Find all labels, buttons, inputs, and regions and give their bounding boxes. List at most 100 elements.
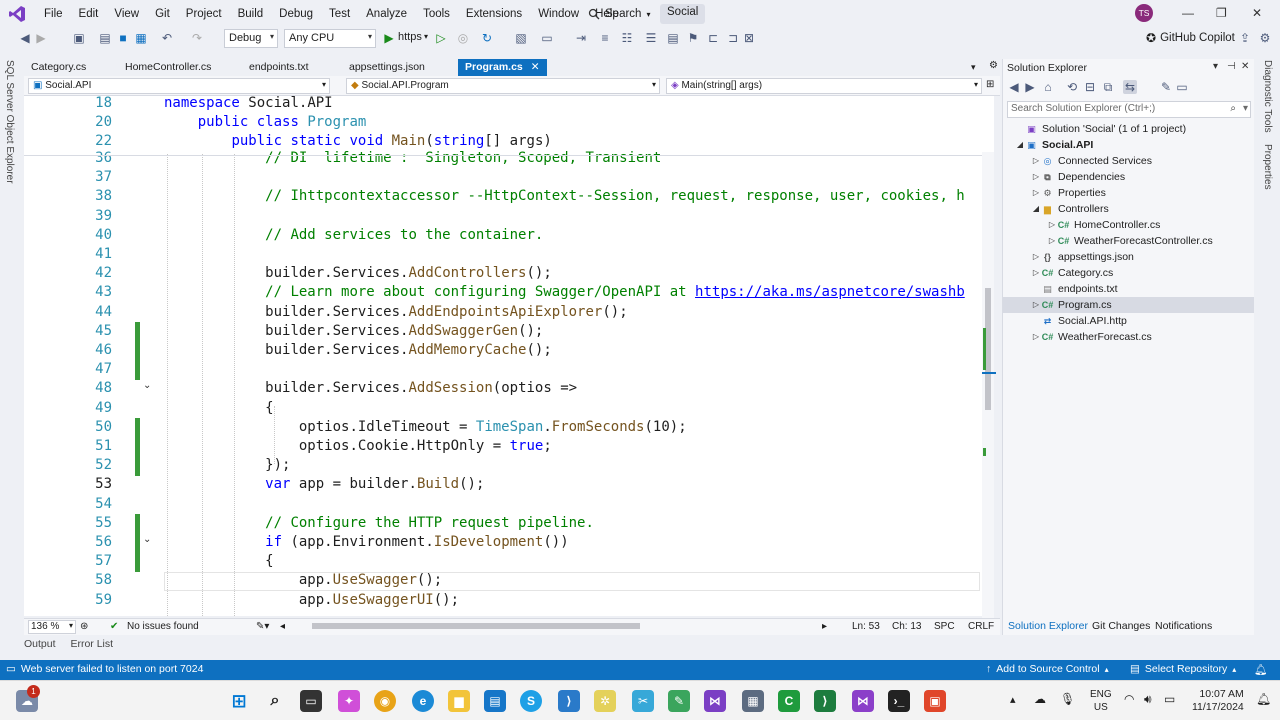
code-line[interactable]: 49 { (24, 399, 982, 418)
type-dropdown[interactable]: ◆ Social.API.Program ▾ (346, 78, 660, 94)
vscode-icon[interactable]: ⟩ (558, 690, 580, 712)
navigate-back-icon[interactable]: ◀ (18, 31, 32, 45)
add-to-source-control-button[interactable]: ↑ Add to Source Control ▴ (986, 663, 1109, 675)
split-window-icon[interactable]: ⊞ (986, 79, 994, 90)
code-app-icon[interactable]: C (778, 690, 800, 712)
solution-explorer-tab[interactable]: Solution Explorer (1008, 620, 1088, 632)
platform-dropdown[interactable]: Any CPU ▾ (284, 29, 376, 48)
column-indicator[interactable]: Ch: 13 (892, 621, 921, 632)
code-line[interactable]: 42 builder.Services.AddControllers(); (24, 264, 982, 283)
visual-studio-taskbar-icon[interactable]: ⋈ (704, 690, 726, 712)
maximize-icon[interactable]: ❐ (1216, 6, 1227, 20)
forward-icon[interactable]: ▶ (1023, 80, 1037, 94)
code-line[interactable]: 53 var app = builder.Build(); (24, 475, 982, 494)
sync-with-document-icon[interactable]: ⇆ (1123, 80, 1137, 94)
code-line[interactable]: 46 builder.Services.AddMemoryCache(); (24, 341, 982, 360)
code-line[interactable]: 54 (24, 495, 982, 514)
line-ending-indicator[interactable]: CRLF (968, 621, 994, 632)
collapsed-arrow-icon[interactable]: ▷ (1031, 265, 1041, 281)
browser-link-icon[interactable]: ◎ (456, 31, 470, 45)
code-line[interactable]: 48 builder.Services.AddSession(optios => (24, 379, 982, 398)
format-icon[interactable]: ⇥ (574, 31, 588, 45)
collapsed-arrow-icon[interactable]: ▷ (1047, 217, 1057, 233)
edge-icon[interactable]: e (412, 690, 434, 712)
file-explorer-icon[interactable]: ▆ (448, 690, 470, 712)
chrome-icon[interactable]: ◉ (374, 690, 396, 712)
menu-edit[interactable]: Edit (71, 8, 107, 20)
microphone-icon[interactable]: 🎙︎ (1060, 692, 1075, 706)
tree-item[interactable]: ▤ endpoints.txt (1003, 281, 1254, 297)
code-line[interactable]: 51 optios.Cookie.HttpOnly = true; (24, 437, 982, 456)
code-line[interactable]: 36 // DI lifetime : Singleton, Scoped, T… (24, 149, 982, 168)
menu-window[interactable]: Window (530, 8, 587, 20)
menu-build[interactable]: Build (230, 8, 272, 20)
indent-icon[interactable]: ☰ (644, 31, 658, 45)
screen-recorder-icon[interactable]: ▣ (924, 690, 946, 712)
tab-overflow-icon[interactable]: ▾ (971, 62, 976, 73)
wifi-icon[interactable]: ◠ (1124, 692, 1134, 706)
diagnostic-tools-tab[interactable]: Diagnostic Tools (1262, 60, 1273, 133)
collapsed-arrow-icon[interactable]: ▷ (1031, 297, 1041, 313)
collapsed-arrow-icon[interactable]: ▷ (1031, 329, 1041, 345)
menu-view[interactable]: View (106, 8, 147, 20)
clear-bookmarks-icon[interactable]: ⊠ (742, 31, 756, 45)
back-icon[interactable]: ◀ (1007, 80, 1021, 94)
settings-icon[interactable]: ⚙ (1258, 31, 1272, 45)
properties-tab[interactable]: Properties (1262, 144, 1273, 190)
new-project-icon[interactable]: ▣ (72, 31, 86, 45)
uncomment-icon[interactable]: ☷ (620, 31, 634, 45)
save-icon[interactable]: ■ (116, 31, 130, 45)
run-profile[interactable]: https (398, 31, 422, 43)
scroll-left-icon[interactable]: ◂ (280, 621, 285, 632)
code-line[interactable]: 47 (24, 360, 982, 379)
tab-appsettings-json[interactable]: appsettings.json (342, 59, 432, 76)
close-icon[interactable]: ✕ (1252, 6, 1262, 20)
copilot-status-icon[interactable]: ⊛ (80, 621, 88, 632)
status-message[interactable]: ▭ Web server failed to listen on port 70… (6, 663, 203, 675)
tree-item[interactable]: ⇄ Social.API.http (1003, 313, 1254, 329)
hot-reload-icon[interactable]: ▧ (514, 31, 528, 45)
git-changes-tab[interactable]: Git Changes (1092, 620, 1150, 632)
tree-item[interactable]: ▷ C# Category.cs (1003, 265, 1254, 281)
tree-item[interactable]: ▷ C# WeatherForecast.cs (1003, 329, 1254, 345)
code-line[interactable]: 38 // Ihttpcontextaccessor --HttpContext… (24, 187, 982, 206)
save-all-icon[interactable]: ▦ (134, 31, 148, 45)
configuration-dropdown[interactable]: Debug ▾ (224, 29, 278, 48)
refresh-icon[interactable]: ↻ (480, 31, 494, 45)
menu-test[interactable]: Test (321, 8, 358, 20)
code-line[interactable]: 44 builder.Services.AddEndpointsApiExplo… (24, 303, 982, 322)
select-repository-button[interactable]: ▤ Select Repository ▴ (1130, 663, 1236, 675)
horizontal-scrollbar-thumb[interactable] (312, 623, 640, 629)
menu-debug[interactable]: Debug (271, 8, 321, 20)
bookmark-icon[interactable]: ⚑ (686, 31, 700, 45)
collapse-all-icon[interactable]: ⊟ (1083, 80, 1097, 94)
taskbar-search-icon[interactable]: ⌕ (264, 690, 286, 712)
battery-icon[interactable]: ▭ (1164, 692, 1175, 706)
zoom-dropdown[interactable]: 136 % ▾ (28, 620, 76, 634)
preview-icon[interactable]: ▭ (1175, 80, 1189, 94)
tray-chevron-up-icon[interactable]: ▴ (1010, 693, 1016, 706)
task-view-icon[interactable]: ▭ (300, 690, 322, 712)
window-position-icon[interactable]: ▾ (1213, 61, 1218, 72)
expanded-arrow-icon[interactable]: ◢ (1031, 201, 1041, 217)
tree-item[interactable]: ▷ ⧉ Dependencies (1003, 169, 1254, 185)
code-line[interactable]: 56 if (app.Environment.IsDevelopment()) (24, 533, 982, 552)
sql-server-object-explorer-tab[interactable]: SQL Server Object Explorer (4, 60, 15, 184)
layout-icon[interactable]: ▭ (540, 31, 554, 45)
comment-icon[interactable]: ≡ (598, 31, 612, 45)
code-line[interactable]: 50 optios.IdleTimeout = TimeSpan.FromSec… (24, 418, 982, 437)
tree-item[interactable]: ▷{} appsettings.json (1003, 249, 1254, 265)
system-clock[interactable]: 10:07 AM 11/17/2024 (1192, 688, 1244, 714)
issues-status[interactable]: No issues found (127, 621, 199, 632)
line-indicator[interactable]: Ln: 53 (852, 621, 880, 632)
prev-bookmark-icon[interactable]: ⊏ (706, 31, 720, 45)
scroll-right-icon[interactable]: ▸ (822, 621, 827, 632)
code-cleanup-icon[interactable]: ✎▾ (256, 621, 269, 632)
tree-item[interactable]: ◢ ▣ Social.API (1003, 137, 1254, 153)
notifications-tab[interactable]: Notifications (1155, 620, 1212, 632)
pin-icon[interactable]: ⊣ (1227, 61, 1236, 72)
tree-item[interactable]: ▷ C# WeatherForecastController.cs (1003, 233, 1254, 249)
tab-program-cs[interactable]: Program.cs ✕ (458, 59, 547, 76)
copilot-app-icon[interactable]: ✦ (338, 690, 360, 712)
github-copilot-button[interactable]: ✪ GitHub Copilot (1146, 31, 1235, 45)
